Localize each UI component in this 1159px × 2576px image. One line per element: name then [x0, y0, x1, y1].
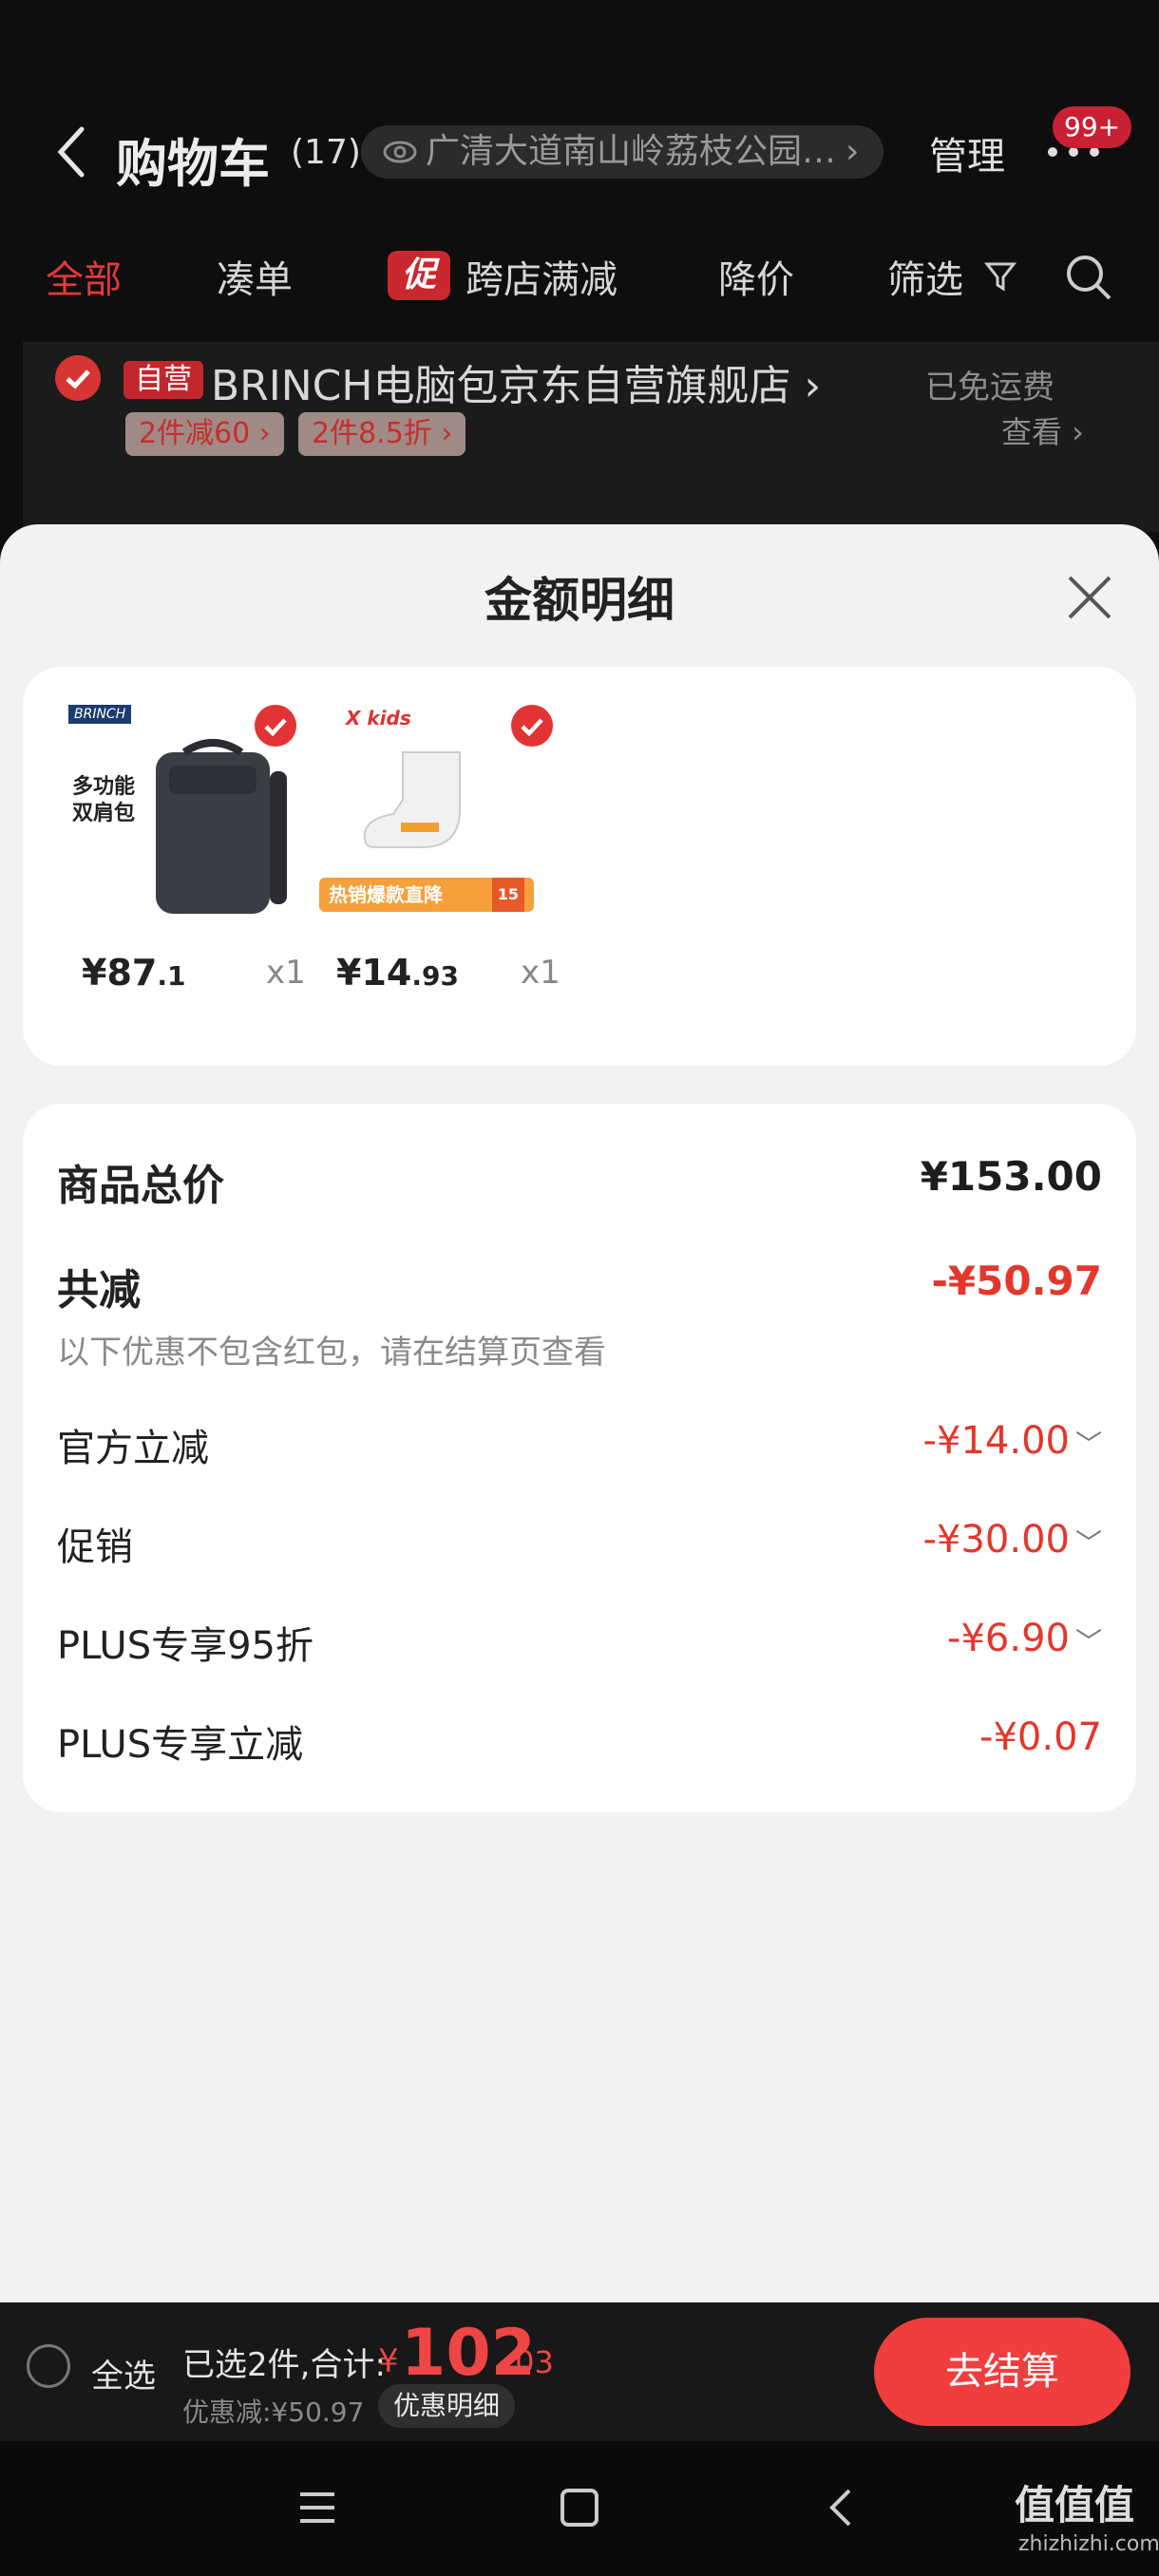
address-text: 广清大道南山岭荔枝公园…	[426, 132, 837, 171]
select-all-label[interactable]: 全选	[91, 2350, 156, 2396]
brand-logo: BRINCH	[68, 705, 132, 724]
chevron-right-icon: ›	[846, 132, 860, 171]
product-price: ¥14.93	[336, 952, 459, 994]
plus-reduce-label: PLUS专享立减	[57, 1723, 304, 1767]
tab-filter[interactable]: 筛选	[887, 249, 963, 304]
select-all-radio[interactable]	[27, 2344, 70, 2388]
product-check-icon[interactable]	[255, 705, 296, 747]
watermark-url: zhizhizhi.com	[1018, 2532, 1159, 2556]
promotion-label: 促销	[57, 1525, 133, 1569]
tab-combine[interactable]: 凑单	[217, 249, 293, 304]
plus-95-row[interactable]: -¥6.90 ﹀	[947, 1617, 1102, 1660]
cart-count: (17)	[291, 133, 361, 172]
coupon-tag[interactable]: 2件8.5折 ›	[298, 412, 466, 456]
currency-symbol: ¥	[378, 2342, 399, 2380]
view-link[interactable]: 查看 ›	[1001, 408, 1084, 452]
self-operated-badge: 自营	[124, 361, 203, 399]
tab-price-drop[interactable]: 降价	[718, 249, 794, 304]
official-discount-label: 官方立减	[57, 1427, 209, 1470]
amount-detail-sheet: 金额明细 BRINCH 多功能 双肩包 ¥87.1 x1 X kids 热销爆款…	[0, 524, 1159, 2304]
product-check-icon[interactable]	[511, 705, 553, 747]
chevron-down-icon: ﹀	[1074, 1527, 1102, 1559]
cart-header: 购物车 (17) 广清大道南山岭荔枝公园… › 管理 99+ 全部 凑单 促 跨…	[0, 0, 1159, 532]
manage-button[interactable]: 管理	[929, 125, 1005, 180]
reduce-value: -¥50.97	[931, 1258, 1102, 1304]
price-summary-card: 商品总价 ¥153.00 共减 -¥50.97 以下优惠不包含红包，请在结算页查…	[23, 1104, 1136, 1812]
filter-tabs: 全部 凑单 促 跨店满减 降价 筛选	[0, 249, 1159, 315]
coupon-tag[interactable]: 2件减60 ›	[125, 412, 284, 456]
page-title: 购物车	[116, 134, 270, 194]
promo-icon: 促	[388, 251, 450, 300]
product-quantity: x1	[266, 954, 306, 992]
backpack-image	[156, 739, 287, 914]
chevron-down-icon: ﹀	[1074, 1429, 1102, 1460]
reduce-label: 共减	[57, 1266, 141, 1315]
free-shipping-label: 已免运费	[925, 369, 1054, 407]
discount-note: 以下优惠不包含红包，请在结算页查看	[57, 1334, 606, 1372]
products-card: BRINCH 多功能 双肩包 ¥87.1 x1 X kids 热销爆款直降15	[23, 667, 1136, 1066]
checkout-bar: 全选 已选2件,合计: ¥ 102 .03 优惠减:¥50.97 优惠明细 去结…	[0, 2302, 1159, 2441]
shop-row: 自营 BRINCH电脑包京东自营旗舰店 › 已免运费 查看 › 2件减60 › …	[23, 342, 1159, 532]
home-icon[interactable]	[551, 2479, 608, 2536]
close-icon[interactable]	[1064, 572, 1115, 623]
product-tag: 双肩包	[72, 802, 136, 825]
back-nav-icon[interactable]	[813, 2479, 870, 2536]
plus-reduce-value: -¥0.07	[979, 1715, 1102, 1759]
tab-cross-store[interactable]: 跨店满减	[466, 249, 618, 304]
back-icon[interactable]	[55, 123, 87, 180]
shop-check-icon[interactable]	[55, 355, 101, 401]
notification-badge: 99+	[1053, 106, 1132, 148]
promotion-row[interactable]: -¥30.00 ﹀	[923, 1518, 1102, 1562]
product-thumbnail[interactable]: BRINCH 多功能 双肩包	[61, 705, 298, 933]
product-thumbnail[interactable]: X kids 热销爆款直降 15	[317, 705, 555, 933]
sheet-title: 金额明细	[484, 573, 674, 628]
selected-summary: 已选2件,合计:	[182, 2346, 386, 2384]
menu-icon[interactable]	[289, 2479, 346, 2536]
discount-detail-button[interactable]: 优惠明细	[378, 2384, 516, 2428]
address-pill[interactable]: 广清大道南山岭荔枝公园… ›	[361, 125, 884, 179]
checkout-button[interactable]: 去结算	[874, 2318, 1130, 2426]
shop-name-link[interactable]: BRINCH电脑包京东自营旗舰店 ›	[211, 351, 821, 412]
filter-icon[interactable]	[984, 260, 1016, 293]
watermark: 值值值	[1015, 2482, 1135, 2529]
tab-all[interactable]: 全部	[46, 249, 122, 304]
search-icon[interactable]	[1064, 253, 1113, 302]
chevron-down-icon: ﹀	[1074, 1626, 1102, 1657]
total-decimal: .03	[505, 2344, 554, 2380]
brand-logo: X kids	[346, 707, 411, 729]
eye-icon	[383, 141, 417, 163]
discount-summary: 优惠减:¥50.97	[182, 2396, 365, 2428]
system-nav-bar: 值值值 zhizhizhi.com	[0, 2441, 1159, 2576]
total-label: 商品总价	[57, 1162, 224, 1210]
official-discount-row[interactable]: -¥14.00 ﹀	[923, 1419, 1102, 1463]
product-price: ¥87.1	[82, 952, 186, 994]
promo-banner: 热销爆款直降 15	[319, 878, 534, 912]
total-value: ¥153.00	[920, 1153, 1102, 1200]
plus-95-label: PLUS专享95折	[57, 1624, 314, 1668]
product-quantity: x1	[521, 954, 560, 992]
sock-image	[363, 751, 461, 848]
